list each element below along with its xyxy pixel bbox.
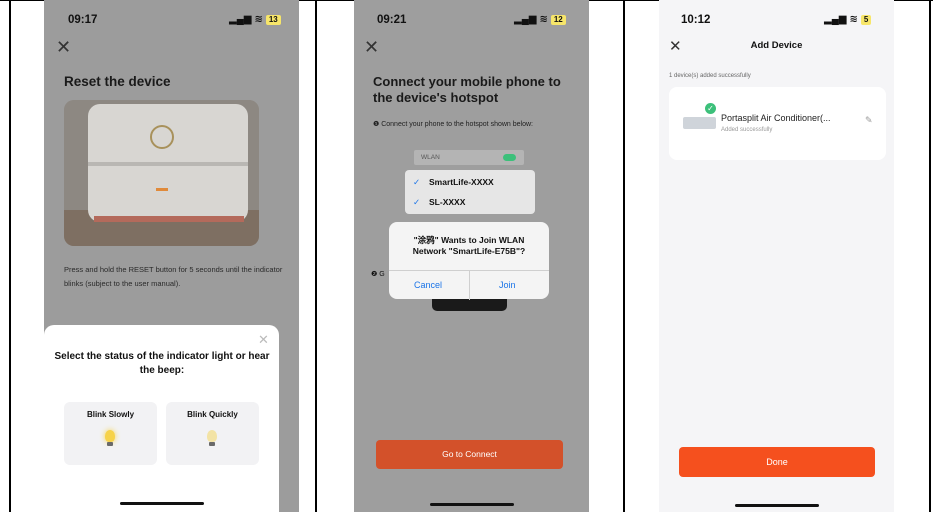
page-title: Add Device: [750, 40, 803, 51]
device-photo: [64, 100, 259, 246]
option-blink-quickly[interactable]: Blink Quickly: [166, 402, 259, 465]
sheet-close-icon[interactable]: ✕: [258, 332, 269, 348]
bulb-icon: [207, 430, 217, 442]
sheet-prompt: Select the status of the indicator light…: [54, 351, 270, 376]
battery-indicator: 5: [860, 14, 872, 25]
check-icon: ✓: [413, 197, 421, 207]
option-label: Blink Slowly: [86, 410, 135, 419]
page-title: Connect your mobile phone to the device'…: [373, 74, 561, 105]
alert-line-1: "涂鸦" Wants to Join WLAN: [413, 235, 525, 245]
alert-line-2: Network "SmartLife-E75B"?: [412, 246, 526, 256]
bulb-base: [209, 442, 215, 446]
frame-divider-2: [315, 0, 317, 512]
join-network-alert: "涂鸦" Wants to Join WLAN Network "SmartLi…: [389, 222, 549, 300]
home-indicator: [735, 504, 819, 507]
edit-icon[interactable]: ✎: [865, 115, 873, 126]
status-time: 09:21: [377, 14, 407, 26]
status-icons: ▂▄▆ ≋ 13: [229, 14, 281, 25]
battery-indicator: 13: [265, 14, 281, 25]
screen-add-device: 10:12 ▂▄▆ ≋ 5 ✕ Add Device 1 device(s) a…: [659, 0, 894, 512]
join-button[interactable]: Join: [499, 280, 516, 290]
alert-divider: [469, 271, 470, 300]
frame-divider-1: [9, 0, 11, 512]
screen-reset-device: 09:17 ▂▄▆ ≋ 13 ✕ Reset the device Press …: [44, 0, 299, 512]
wifi-icon: ≋: [254, 14, 263, 25]
alert-message: "涂鸦" Wants to Join WLAN Network "SmartLi…: [389, 235, 549, 257]
signal-icon: ▂▄▆: [824, 14, 847, 25]
step-two-text: ❷ G: [371, 271, 385, 278]
check-icon: ✓: [413, 177, 421, 187]
home-indicator: [430, 503, 514, 506]
status-icons: ▂▄▆ ≋ 5: [824, 14, 872, 25]
page-title: Reset the device: [64, 74, 171, 89]
reset-instructions: Press and hold the RESET button for 5 se…: [64, 265, 283, 288]
status-time: 10:12: [681, 14, 711, 26]
signal-icon: ▂▄▆: [229, 14, 252, 25]
device-status: Added successfully: [721, 127, 773, 133]
wlan-label: WLAN: [421, 154, 440, 161]
status-icons: ▂▄▆ ≋ 12: [514, 14, 566, 25]
frame-divider-3: [623, 0, 625, 512]
device-card[interactable]: ✓ Portasplit Air Conditioner(... Added s…: [669, 87, 886, 160]
bulb-base: [107, 442, 113, 446]
option-blink-slowly[interactable]: Blink Slowly: [64, 402, 157, 465]
air-conditioner-icon: [683, 117, 716, 129]
go-to-connect-button[interactable]: Go to Connect: [376, 440, 563, 469]
screen-connect-hotspot: 09:21 ▂▄▆ ≋ 12 ✕ Connect your mobile pho…: [354, 0, 589, 512]
battery-indicator: 12: [550, 14, 566, 25]
network-item[interactable]: SmartLife-XXXX: [429, 177, 494, 187]
network-item[interactable]: SL-XXXX: [429, 197, 465, 207]
status-time: 09:17: [68, 14, 98, 26]
device-name: Portasplit Air Conditioner(...: [721, 113, 831, 123]
close-icon[interactable]: ✕: [56, 38, 71, 56]
wifi-icon: ≋: [539, 14, 548, 25]
network-list: ✓ SmartLife-XXXX ✓ SL-XXXX: [405, 170, 535, 214]
done-button[interactable]: Done: [679, 447, 875, 477]
wlan-row: WLAN: [414, 150, 524, 165]
bulb-icon: [105, 430, 115, 442]
signal-icon: ▂▄▆: [514, 14, 537, 25]
close-icon[interactable]: ✕: [364, 38, 379, 56]
cancel-button[interactable]: Cancel: [414, 280, 442, 290]
wlan-toggle[interactable]: [503, 154, 516, 161]
frame-divider-4: [929, 0, 931, 512]
added-count: 1 device(s) added successfully: [669, 73, 751, 79]
router-illustration: [64, 100, 259, 246]
step-one-text: ❶ Connect your phone to the hotspot show…: [373, 121, 533, 128]
home-indicator: [120, 502, 204, 505]
alert-buttons: Cancel Join: [389, 270, 549, 300]
success-check-icon: ✓: [705, 103, 716, 114]
option-label: Blink Quickly: [187, 410, 238, 419]
wifi-icon: ≋: [849, 14, 858, 25]
